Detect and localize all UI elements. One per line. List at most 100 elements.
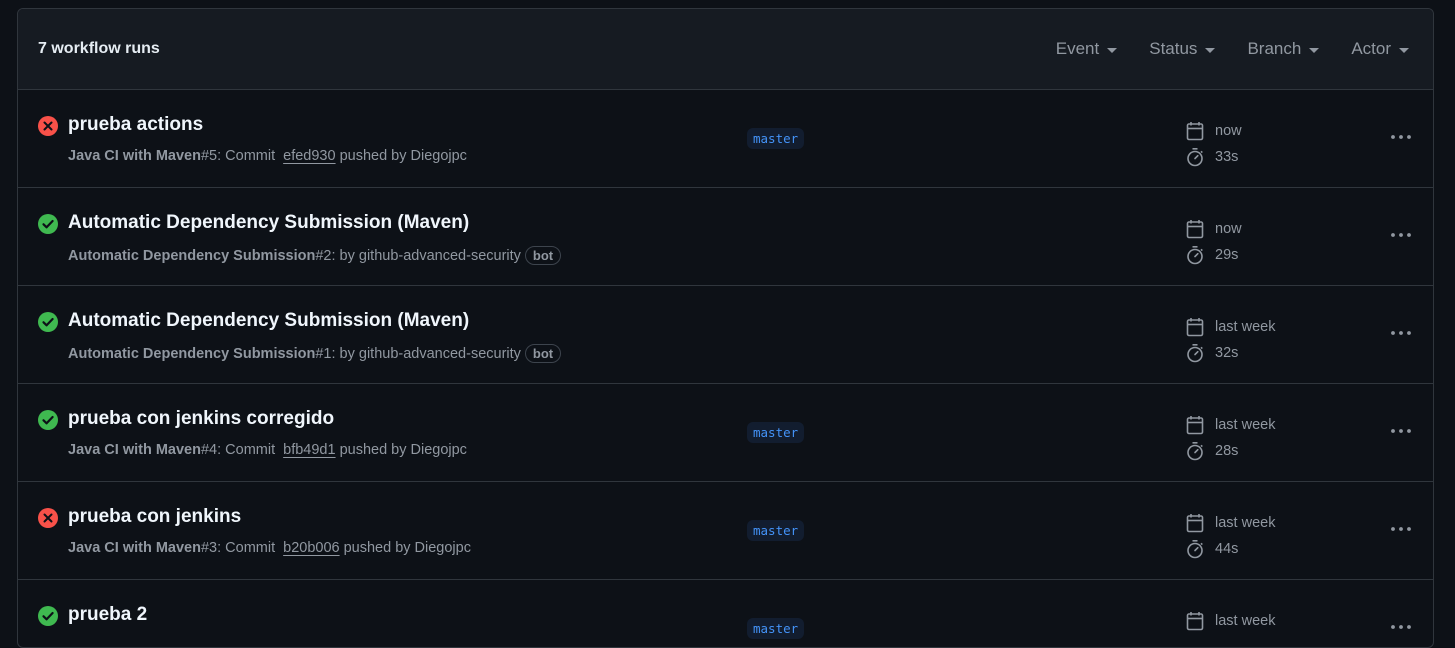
run-title-link[interactable]: prueba con jenkins	[68, 506, 241, 528]
calendar-icon	[1186, 415, 1210, 435]
run-when: now	[1215, 221, 1242, 237]
stopwatch-icon	[1186, 147, 1210, 167]
run-trigger: : Commit	[217, 148, 276, 164]
workflow-run-row[interactable]: Automatic Dependency Submission (Maven) A…	[18, 188, 1433, 286]
success-check-circle-icon	[38, 606, 58, 626]
commit-sha-link[interactable]: efed930	[283, 148, 335, 164]
commit-sha-link[interactable]: b20b006	[283, 540, 339, 556]
success-check-circle-icon	[38, 214, 58, 234]
more-options-icon[interactable]	[1390, 323, 1412, 341]
run-timing: last week 28s	[1186, 412, 1275, 464]
run-date: now	[1186, 118, 1242, 144]
caret-down-icon	[1205, 47, 1216, 53]
bot-badge: bot	[524, 246, 562, 265]
run-trigger: : by github-advanced-security	[331, 345, 521, 362]
workflow-name: Java CI with Maven	[68, 540, 201, 556]
run-meta: Java CI with Maven #5: Commit efed930 push…	[68, 148, 467, 164]
run-duration-value: 44s	[1215, 541, 1239, 557]
success-check-circle-icon	[38, 410, 58, 430]
run-duration-value: 28s	[1215, 443, 1239, 459]
run-when: last week	[1215, 515, 1276, 531]
run-meta: Java CI with Maven #3: Commit b20b006 push…	[68, 540, 471, 556]
stopwatch-icon	[1186, 441, 1210, 461]
run-title-link[interactable]: prueba actions	[68, 114, 203, 136]
filter-event[interactable]: Event	[1056, 39, 1118, 59]
more-options-icon[interactable]	[1390, 225, 1412, 243]
run-timing: last week	[1186, 608, 1275, 634]
more-options-icon[interactable]	[1390, 617, 1412, 635]
run-title-link[interactable]: prueba 2	[68, 604, 147, 626]
failure-x-circle-icon	[38, 116, 58, 136]
run-date: now	[1186, 216, 1242, 242]
more-options-icon[interactable]	[1390, 519, 1412, 537]
run-when: last week	[1215, 613, 1276, 629]
run-duration: 33s	[1186, 144, 1242, 170]
run-duration-value: 32s	[1215, 345, 1239, 361]
failure-x-circle-icon	[38, 508, 58, 528]
runs-list: prueba actions Java CI with Maven #5: Comm…	[18, 90, 1433, 647]
run-title-link[interactable]: Automatic Dependency Submission (Maven)	[68, 212, 469, 234]
run-trigger: : by github-advanced-security	[331, 247, 521, 264]
run-meta: Automatic Dependency Submission #1: by gi…	[68, 344, 562, 363]
commit-sha-link[interactable]: bfb49d1	[283, 442, 335, 458]
run-actor: pushed by Diegojpc	[339, 442, 467, 458]
filter-actor[interactable]: Actor	[1351, 39, 1409, 59]
runs-count: 7 workflow runs	[38, 40, 160, 57]
branch-label[interactable]: master	[747, 520, 805, 541]
calendar-icon	[1186, 513, 1210, 533]
workflow-runs-panel: 7 workflow runs Event Status Branch Acto…	[17, 8, 1434, 648]
workflow-run-row[interactable]: Automatic Dependency Submission (Maven) A…	[18, 286, 1433, 384]
filter-status-label: Status	[1149, 39, 1198, 58]
filter-branch[interactable]: Branch	[1247, 39, 1320, 59]
workflow-name: Java CI with Maven	[68, 148, 201, 164]
filter-bar: Event Status Branch Actor	[1024, 39, 1409, 59]
run-duration: 44s	[1186, 536, 1275, 562]
calendar-icon	[1186, 317, 1210, 337]
run-duration-value: 29s	[1215, 247, 1239, 263]
filter-branch-label: Branch	[1247, 39, 1302, 58]
more-options-icon[interactable]	[1390, 127, 1412, 145]
run-number: #1	[315, 345, 332, 362]
more-options-icon[interactable]	[1390, 421, 1412, 439]
bot-badge: bot	[524, 344, 562, 363]
calendar-icon	[1186, 219, 1210, 239]
workflow-name: Automatic Dependency Submission	[68, 247, 316, 264]
run-duration: 28s	[1186, 438, 1275, 464]
run-trigger: : Commit	[217, 540, 276, 556]
run-trigger: : Commit	[217, 442, 276, 458]
run-when: last week	[1215, 417, 1276, 433]
stopwatch-icon	[1186, 539, 1210, 559]
run-timing: last week 44s	[1186, 510, 1275, 562]
run-actor: pushed by Diegojpc	[339, 148, 467, 164]
workflow-name: Java CI with Maven	[68, 442, 201, 458]
workflow-name: Automatic Dependency Submission	[68, 345, 316, 362]
branch-label[interactable]: master	[747, 128, 805, 149]
workflow-run-row[interactable]: prueba 2 master last week	[18, 580, 1433, 647]
caret-down-icon	[1399, 47, 1409, 53]
run-number: #3	[200, 540, 218, 556]
run-timing: now 33s	[1186, 118, 1242, 170]
run-timing: now 29s	[1186, 216, 1242, 268]
workflow-run-row[interactable]: prueba actions Java CI with Maven #5: Comm…	[18, 90, 1433, 188]
run-title-link[interactable]: Automatic Dependency Submission (Maven)	[68, 310, 469, 332]
run-duration-value: 33s	[1215, 149, 1239, 165]
caret-down-icon	[1309, 47, 1320, 53]
run-number: #4	[200, 442, 218, 458]
run-title-link[interactable]: prueba con jenkins corregido	[68, 408, 334, 430]
run-when: last week	[1215, 319, 1276, 335]
run-when: now	[1215, 123, 1242, 139]
workflow-run-row[interactable]: prueba con jenkins corregido Java CI with…	[18, 384, 1433, 482]
run-meta: Automatic Dependency Submission #2: by gi…	[68, 246, 562, 265]
run-number: #2	[315, 247, 332, 264]
run-date: last week	[1186, 412, 1275, 438]
caret-down-icon	[1107, 47, 1118, 53]
filter-status[interactable]: Status	[1149, 39, 1216, 59]
success-check-circle-icon	[38, 312, 58, 332]
workflow-run-row[interactable]: prueba con jenkins Java CI with Maven #3: …	[18, 482, 1433, 580]
run-date: last week	[1186, 608, 1275, 634]
run-actor: pushed by Diegojpc	[343, 540, 471, 556]
branch-label[interactable]: master	[747, 422, 805, 443]
branch-label[interactable]: master	[747, 618, 805, 639]
run-duration: 32s	[1186, 340, 1275, 366]
run-date: last week	[1186, 510, 1275, 536]
